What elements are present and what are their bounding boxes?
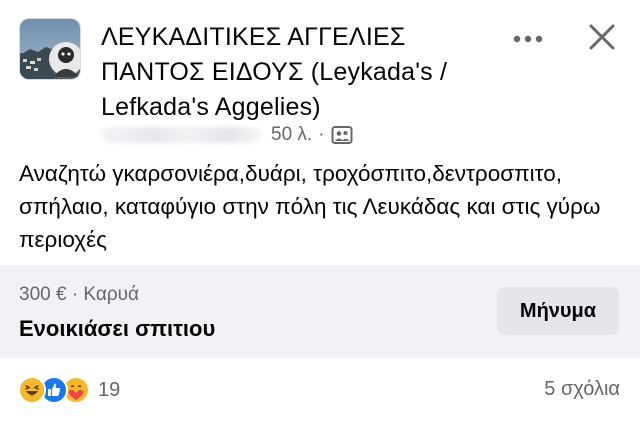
comments-count[interactable]: 5 σχόλια — [544, 378, 620, 401]
post-footer: 19 5 σχόλια — [0, 358, 640, 423]
haha-icon — [18, 376, 46, 404]
reactions-summary[interactable]: 19 — [18, 376, 120, 404]
post-text: Αναζητώ γκαρσονιέρα,δυάρι, τροχόσπιτο,δε… — [19, 161, 601, 252]
post-meta: 50 λ. · — [101, 123, 353, 147]
more-options-button[interactable] — [506, 24, 550, 54]
post-time[interactable]: 50 λ. — [271, 124, 312, 146]
listing-title: Ενοικιάσει σπιτιου — [19, 316, 216, 341]
marketplace-listing[interactable]: 300 € · Καρυά Ενοικιάσει σπιτιου Μήνυμα — [0, 265, 640, 358]
close-icon — [589, 24, 615, 55]
post-header: ΛΕΥΚΑΔΙΤΙΚΕΣ ΑΓΓΕΛΙΕΣ ΠΑΝΤΟΣ ΕΙΔΟΥΣ (Ley… — [0, 0, 640, 150]
close-button[interactable] — [578, 18, 626, 60]
reaction-count: 19 — [98, 378, 121, 401]
group-name-link[interactable]: ΛΕΥΚΑΔΙΤΙΚΕΣ ΑΓΓΕΛΙΕΣ ΠΑΝΤΟΣ ΕΙΔΟΥΣ (Ley… — [101, 20, 491, 125]
post-card: ΛΕΥΚΑΔΙΤΙΚΕΣ ΑΓΓΕΛΙΕΣ ΠΑΝΤΟΣ ΕΙΔΟΥΣ (Ley… — [0, 0, 640, 423]
listing-price-location: 300 € · Καρυά — [19, 284, 140, 305]
group-avatar[interactable] — [19, 18, 81, 80]
author-name-blurred — [101, 127, 261, 143]
message-button[interactable]: Μήνυμα — [497, 287, 619, 335]
meta-separator: · — [318, 124, 325, 145]
more-horizontal-icon — [513, 30, 543, 48]
group-post-icon — [331, 125, 353, 145]
